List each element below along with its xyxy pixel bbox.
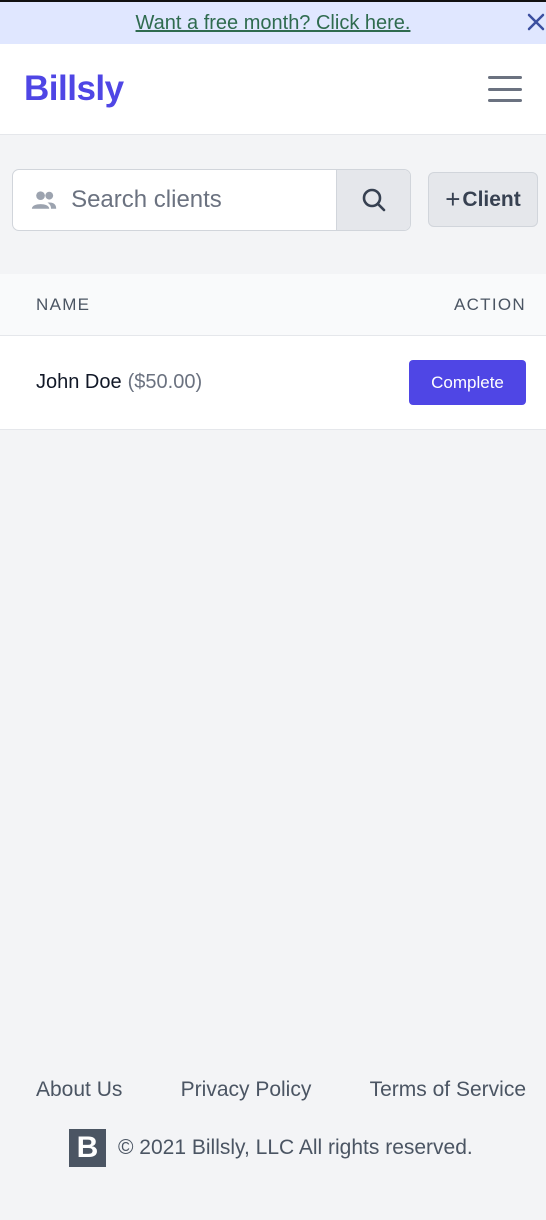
search-field: [13, 170, 336, 230]
client-toolbar: + Client: [12, 169, 538, 231]
client-amount: ($50.00): [127, 371, 203, 393]
column-header-name: NAME: [36, 294, 91, 314]
users-icon: [31, 191, 57, 209]
brand-logo-icon: B: [69, 1129, 106, 1167]
footer-link-about[interactable]: About Us: [36, 1078, 122, 1102]
complete-button[interactable]: Complete: [409, 360, 526, 405]
brand-logo[interactable]: Billsly: [24, 69, 124, 109]
copyright-text: © 2021 Billsly, LLC All rights reserved.: [118, 1136, 473, 1159]
client-cell: John Doe ($50.00): [36, 371, 202, 394]
hamburger-menu-icon[interactable]: [488, 76, 522, 102]
close-icon[interactable]: [524, 10, 546, 34]
promo-link[interactable]: Want a free month? Click here.: [136, 12, 411, 35]
add-client-button[interactable]: + Client: [428, 172, 538, 227]
footer-link-privacy[interactable]: Privacy Policy: [181, 1078, 312, 1102]
footer-copyright: B © 2021 Billsly, LLC All rights reserve…: [69, 1129, 473, 1167]
table-header: NAME ACTION: [0, 274, 546, 336]
search-input[interactable]: [71, 186, 336, 214]
footer-links: About Us Privacy Policy Terms of Service: [36, 1078, 526, 1102]
column-header-action: ACTION: [453, 294, 526, 314]
search-icon: [362, 188, 385, 212]
search-group: [12, 169, 411, 231]
clients-table: NAME ACTION John Doe ($50.00) Complete: [0, 274, 546, 430]
promo-banner: Want a free month? Click here.: [0, 0, 546, 44]
client-name[interactable]: John Doe: [36, 371, 122, 393]
plus-icon: +: [445, 184, 461, 214]
search-button[interactable]: [336, 170, 410, 230]
app-header: Billsly: [0, 44, 546, 135]
table-row: John Doe ($50.00) Complete: [0, 336, 546, 430]
footer-link-terms[interactable]: Terms of Service: [370, 1078, 526, 1102]
add-client-label: Client: [462, 187, 521, 211]
